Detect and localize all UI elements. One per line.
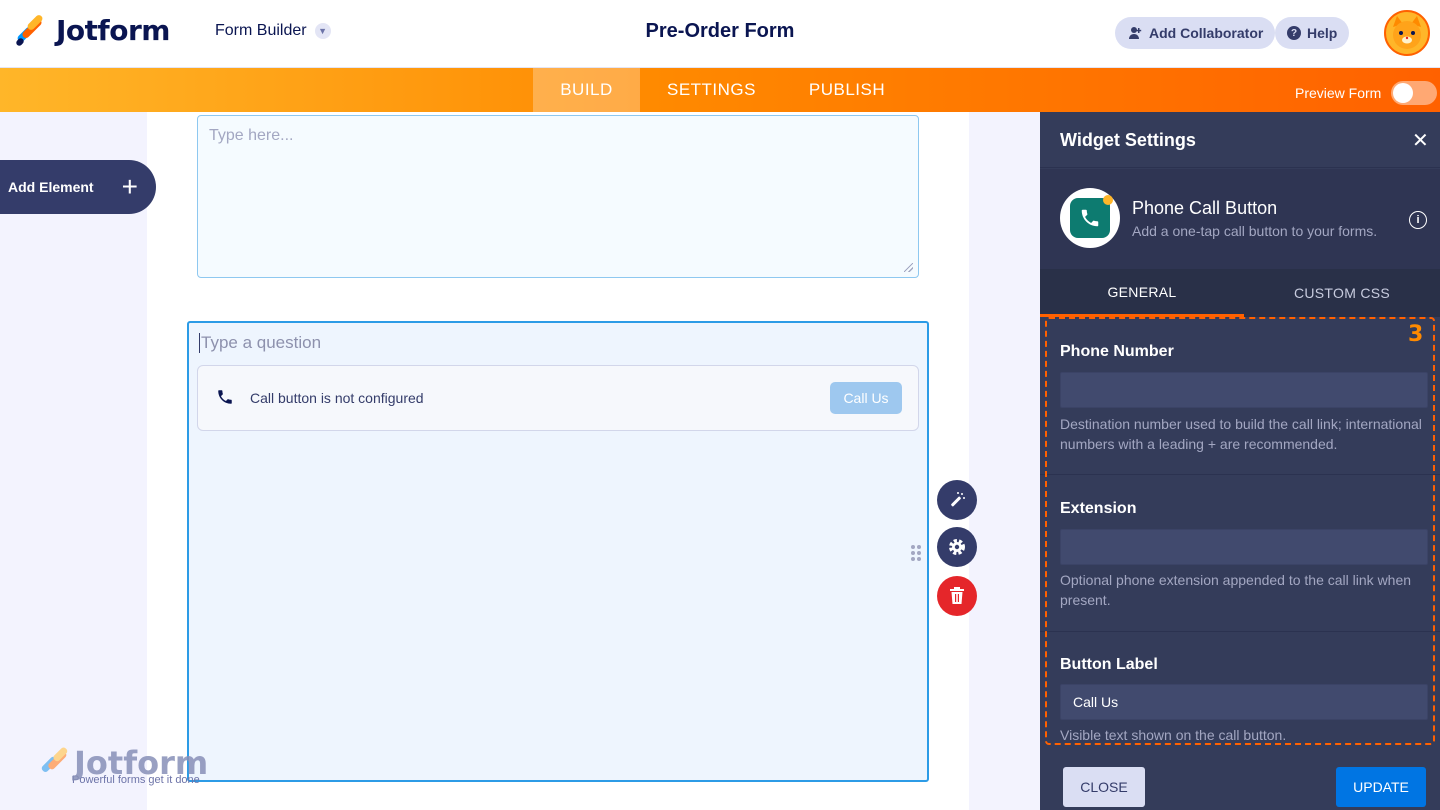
- phone-icon: [1070, 195, 1113, 238]
- long-text-field[interactable]: Type here...: [197, 115, 919, 278]
- chevron-down-icon: ▼: [314, 23, 331, 39]
- preview-form-label: Preview Form: [1295, 85, 1382, 101]
- widget-info-card: Phone Call Button Add a one-tap call but…: [1040, 169, 1440, 269]
- widget-icon: [1060, 188, 1120, 248]
- button-label-input[interactable]: Call Us: [1060, 684, 1428, 720]
- extension-label: Extension: [1060, 500, 1137, 517]
- drag-handle-icon[interactable]: [911, 545, 921, 561]
- tab-build[interactable]: BUILD: [533, 68, 640, 112]
- jotform-logo[interactable]: Jotform: [14, 13, 170, 47]
- phone-call-widget-block[interactable]: Type a question Call button is not confi…: [187, 321, 929, 782]
- add-collaborator-label: Add Collaborator: [1149, 25, 1264, 41]
- field-settings-button[interactable]: [937, 527, 977, 567]
- info-icon[interactable]: i: [1409, 211, 1427, 229]
- button-label-help: Visible text shown on the call button.: [1060, 727, 1287, 743]
- widget-name: Phone Call Button: [1132, 198, 1278, 218]
- magic-wand-button[interactable]: [937, 480, 977, 520]
- cat-avatar-icon: [1393, 16, 1421, 49]
- help-button[interactable]: ? Help: [1275, 17, 1350, 49]
- jotform-logo-icon: [14, 13, 46, 47]
- widget-description: Add a one-tap call button to your forms.: [1132, 223, 1378, 239]
- button-label-label: Button Label: [1060, 656, 1158, 673]
- close-button[interactable]: CLOSE: [1063, 767, 1145, 807]
- question-circle-icon: ?: [1287, 26, 1301, 40]
- general-settings-fields: Phone Number Destination number used to …: [1040, 317, 1440, 747]
- gear-icon: [949, 539, 965, 555]
- form-card: Type here... Type a question Call button…: [147, 112, 969, 810]
- panel-footer: CLOSE UPDATE: [1040, 747, 1440, 810]
- plus-icon: +: [121, 171, 138, 202]
- update-button[interactable]: UPDATE: [1336, 767, 1426, 807]
- phone-icon: [216, 388, 234, 411]
- preview-form-toggle[interactable]: [1391, 81, 1438, 105]
- extension-group: Extension Optional phone extension appen…: [1040, 475, 1440, 632]
- tab-publish[interactable]: PUBLISH: [795, 68, 899, 112]
- delete-field-button[interactable]: [937, 576, 977, 616]
- trash-icon: [950, 587, 964, 604]
- question-title-input[interactable]: Type a question: [199, 333, 321, 353]
- resize-handle-icon[interactable]: [904, 263, 913, 272]
- user-avatar[interactable]: [1384, 10, 1430, 56]
- call-us-button[interactable]: Call Us: [830, 382, 902, 414]
- widget-settings-panel: Widget Settings ✕ Phone Call Button Add …: [1040, 112, 1440, 810]
- extension-input[interactable]: [1060, 529, 1428, 565]
- phone-number-group: Phone Number Destination number used to …: [1040, 317, 1440, 475]
- top-header: Jotform Form Builder ▼ Pre-Order Form Ad…: [0, 0, 1440, 68]
- logo-text: Jotform: [56, 14, 170, 47]
- close-icon[interactable]: ✕: [1412, 128, 1429, 153]
- preview-form-control: Preview Form: [1295, 81, 1438, 105]
- user-plus-icon: [1127, 25, 1143, 41]
- magic-wand-icon: [951, 492, 965, 507]
- add-element-label: Add Element: [8, 179, 94, 195]
- widget-status-message: Call button is not configured: [250, 390, 424, 406]
- jotform-watermark: Jotform Powerful forms get it done: [38, 744, 208, 786]
- step-badge: 3: [1408, 322, 1424, 347]
- phone-call-widget-preview: Call button is not configured Call Us: [197, 365, 919, 431]
- phone-number-input[interactable]: [1060, 372, 1428, 408]
- add-collaborator-button[interactable]: Add Collaborator: [1115, 17, 1276, 49]
- form-canvas: Type here... Type a question Call button…: [0, 112, 1040, 810]
- help-label: Help: [1307, 25, 1338, 41]
- tab-settings[interactable]: SETTINGS: [652, 68, 771, 112]
- form-builder-label: Form Builder: [215, 22, 307, 39]
- phone-number-label: Phone Number: [1060, 343, 1174, 360]
- tab-custom-css[interactable]: CUSTOM CSS: [1244, 269, 1440, 317]
- tab-general[interactable]: GENERAL: [1040, 269, 1244, 317]
- builder-nav-bar: BUILD SETTINGS PUBLISH Preview Form: [0, 68, 1440, 112]
- watermark-logo-text: Jotform: [74, 744, 209, 782]
- panel-header: Widget Settings ✕: [1040, 112, 1440, 168]
- panel-tabs: GENERAL CUSTOM CSS: [1040, 269, 1440, 317]
- watermark-logo: Jotform: [38, 744, 208, 782]
- phone-number-help: Destination number used to build the cal…: [1060, 416, 1422, 452]
- add-element-button[interactable]: Add Element +: [0, 160, 156, 214]
- extension-help: Optional phone extension appended to the…: [1060, 572, 1412, 608]
- form-builder-dropdown[interactable]: Form Builder ▼: [215, 22, 331, 40]
- textarea-placeholder: Type here...: [209, 127, 294, 144]
- jotform-logo-icon: [41, 747, 68, 772]
- panel-title: Widget Settings: [1060, 130, 1196, 150]
- button-label-group: Button Label Call Us Visible text shown …: [1040, 632, 1440, 747]
